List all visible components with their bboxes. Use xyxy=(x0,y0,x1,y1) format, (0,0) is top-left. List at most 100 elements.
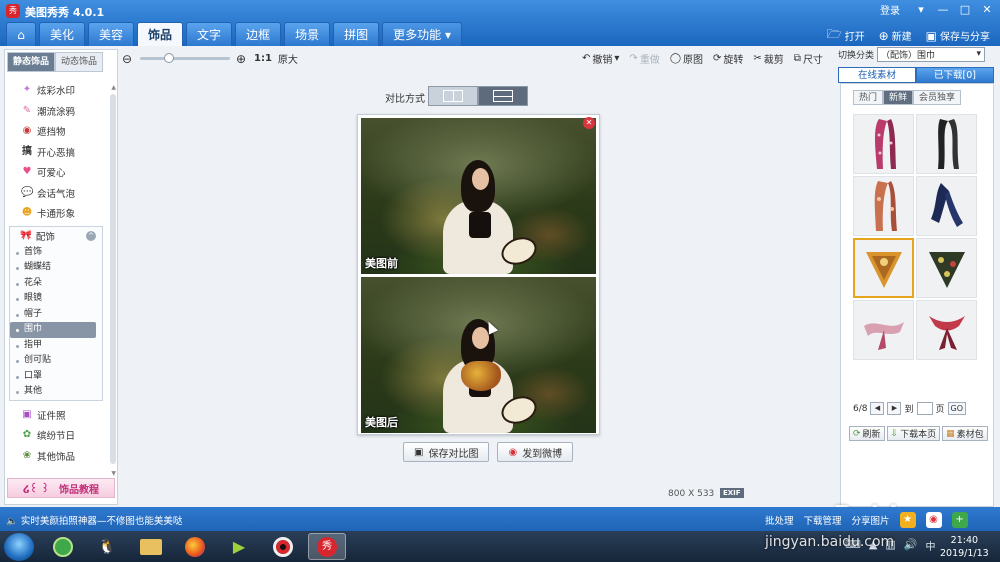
redo-button[interactable]: ↷ 重做 xyxy=(629,51,659,66)
ratio-label[interactable]: 1:1 xyxy=(254,53,272,64)
subcategory-item-scarf[interactable]: 围巾 xyxy=(10,322,96,338)
side-by-side-button[interactable] xyxy=(428,86,478,106)
filter-vip[interactable]: 会员独享 xyxy=(913,90,962,105)
left-panel-scrollbar[interactable] xyxy=(110,94,116,464)
collapse-icon[interactable]: ^ xyxy=(86,230,96,241)
next-page-icon[interactable]: ▶ xyxy=(887,402,902,415)
volume-icon[interactable]: 🔊 xyxy=(904,538,918,553)
resize-button[interactable]: ⧉ 尺寸 xyxy=(794,51,823,66)
scarf-thumbnail[interactable] xyxy=(853,176,914,236)
subcategory-item[interactable]: 花朵 xyxy=(10,276,102,292)
tab-text[interactable]: 文字 xyxy=(186,22,233,46)
material-pack-button[interactable]: ▦ 素材包 xyxy=(942,426,988,441)
open-button[interactable]: 🗁 打开 xyxy=(827,25,865,46)
tab-dynamic-stickers[interactable]: 动态饰品 xyxy=(55,52,104,72)
crop-button[interactable]: ✂ 裁剪 xyxy=(753,51,783,66)
subcategory-item[interactable]: 创可贴 xyxy=(10,353,102,369)
save-share-button[interactable]: ▣ 保存与分享 xyxy=(926,25,990,46)
start-button[interactable] xyxy=(4,533,34,561)
category-item[interactable]: ▣ 证件照 xyxy=(5,405,109,426)
category-select[interactable]: （配饰）围巾 ▾ xyxy=(877,46,986,62)
original-button[interactable]: ◯ 原图 xyxy=(670,51,703,66)
batch-button[interactable]: 批处理 xyxy=(765,513,794,527)
tab-collage[interactable]: 拼图 xyxy=(333,22,380,46)
system-clock[interactable]: 21:40 2019/1/13 xyxy=(940,534,989,560)
accessories-group-header[interactable]: 🎀 配饰 ^ xyxy=(10,227,102,245)
category-item[interactable]: 💬 会话气泡 xyxy=(5,183,109,204)
save-compare-button[interactable]: ▣ 保存对比图 xyxy=(403,442,490,462)
scarf-thumbnail[interactable] xyxy=(916,300,977,360)
subcategory-item[interactable]: 首饰 xyxy=(10,245,102,261)
subcategory-item[interactable]: 其他 xyxy=(10,384,102,400)
tab-scenes[interactable]: 场景 xyxy=(284,22,331,46)
zoom-slider[interactable] xyxy=(140,53,230,63)
subcategory-item[interactable]: 眼镜 xyxy=(10,291,102,307)
tab-downloaded[interactable]: 已下载[0] xyxy=(916,67,994,83)
go-button[interactable]: GO xyxy=(947,402,967,415)
scarf-thumbnail[interactable] xyxy=(853,300,914,360)
scarf-thumbnail[interactable] xyxy=(916,176,977,236)
prev-page-icon[interactable]: ◀ xyxy=(870,402,885,415)
scarf-thumbnail[interactable] xyxy=(916,238,977,298)
video-player-icon[interactable]: ▶ xyxy=(220,533,258,560)
category-item[interactable]: ❀ 其他饰品 xyxy=(5,446,109,467)
tab-frames[interactable]: 边框 xyxy=(235,22,282,46)
category-item[interactable]: ♥ 可爱心 xyxy=(5,162,109,183)
subcategory-item[interactable]: 帽子 xyxy=(10,307,102,323)
close-window-icon[interactable]: ✕ xyxy=(978,3,996,16)
ime-icon[interactable]: 中 xyxy=(925,538,935,553)
scroll-down-icon[interactable]: ▼ xyxy=(111,470,116,477)
sticker-tutorial-button[interactable]: ໒꒰ ꒱ 饰品教程 xyxy=(7,478,115,498)
scarf-thumbnail[interactable] xyxy=(916,114,977,174)
new-button[interactable]: ⊕ 新建 xyxy=(879,25,912,46)
subcategory-item[interactable]: 口罩 xyxy=(10,369,102,385)
category-item[interactable]: ✦ 炫彩水印 xyxy=(5,80,109,101)
undo-button[interactable]: ↶ 撤销 ▾ xyxy=(582,51,619,66)
star-icon[interactable]: ★ xyxy=(899,512,916,528)
scroll-up-icon[interactable]: ▲ xyxy=(111,84,116,91)
refresh-button[interactable]: ⟳ 刷新 xyxy=(849,426,885,441)
tab-beautify[interactable]: 美化 xyxy=(39,22,86,46)
scarf-thumbnail[interactable] xyxy=(853,114,914,174)
category-item[interactable]: ◉ 遮挡物 xyxy=(5,121,109,142)
skin-icon[interactable]: ▾ xyxy=(912,3,930,16)
download-page-button[interactable]: ⇩ 下载本页 xyxy=(886,426,941,441)
share-image-button[interactable]: 分享图片 xyxy=(852,513,890,527)
filter-hot[interactable]: 热门 xyxy=(853,90,884,105)
home-tab[interactable]: ⌂ xyxy=(6,22,36,46)
tab-online-materials[interactable]: 在线素材 xyxy=(838,67,916,83)
close-compare-icon[interactable]: ✕ xyxy=(583,117,595,129)
tab-accessories[interactable]: 饰品 xyxy=(137,22,184,46)
stacked-button[interactable] xyxy=(478,86,528,106)
tab-beauty[interactable]: 美容 xyxy=(88,22,135,46)
tab-more-features[interactable]: 更多功能 ▾ xyxy=(382,22,462,46)
scarf-thumbnail-selected[interactable] xyxy=(853,238,914,298)
status-message[interactable]: 🔈 实时美颜拍照神器—不修图也能美美哒 xyxy=(6,513,182,527)
app-360-icon[interactable] xyxy=(44,533,82,560)
filter-new[interactable]: 新鲜 xyxy=(883,90,914,105)
tab-static-stickers[interactable]: 静态饰品 xyxy=(7,52,56,72)
subcategory-item[interactable]: 指甲 xyxy=(10,338,102,354)
zoom-slider-handle[interactable] xyxy=(164,53,174,63)
zoom-in-icon[interactable]: ⊕ xyxy=(236,53,248,65)
qq-icon[interactable]: 🐧 xyxy=(88,533,126,560)
screen-recorder-icon[interactable] xyxy=(264,533,302,560)
meitu-taskbar-icon[interactable]: 秀 xyxy=(308,533,346,560)
category-item[interactable]: ✿ 缤纷节日 xyxy=(5,425,109,446)
download-manager-button[interactable]: 下载管理 xyxy=(804,513,842,527)
subcategory-item[interactable]: 蝴蝶结 xyxy=(10,260,102,276)
category-item[interactable]: ✎ 潮流涂鸦 xyxy=(5,101,109,122)
login-link[interactable]: 登录 xyxy=(880,2,900,17)
rotate-button[interactable]: ⟳ 旋转 xyxy=(713,51,743,66)
add-icon[interactable]: + xyxy=(951,512,968,528)
original-size-button[interactable]: 原大 xyxy=(278,51,298,66)
category-item[interactable]: 搞开心恶搞 xyxy=(5,142,109,163)
minimize-icon[interactable]: — xyxy=(934,3,952,16)
post-weibo-button[interactable]: ◉ 发到微博 xyxy=(497,442,574,462)
category-item[interactable]: ☻ 卡通形象 xyxy=(5,203,109,224)
maximize-icon[interactable]: □ xyxy=(956,3,974,16)
exif-badge[interactable]: EXIF xyxy=(720,488,744,498)
firefox-icon[interactable] xyxy=(176,533,214,560)
file-explorer-icon[interactable] xyxy=(132,533,170,560)
weibo-icon[interactable]: ◉ xyxy=(925,512,942,528)
